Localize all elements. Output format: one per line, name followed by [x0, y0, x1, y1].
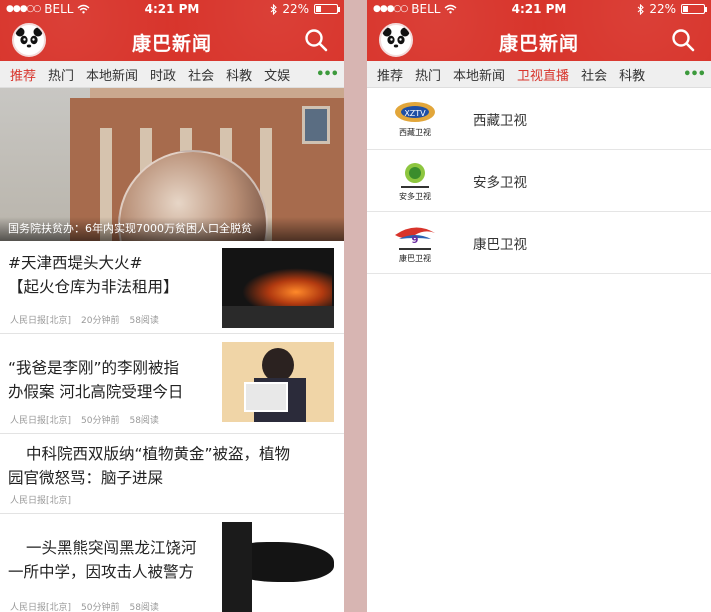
tab-politics[interactable]: 时政 — [150, 65, 176, 84]
channel-logo-text: 安多卫视 — [399, 191, 431, 201]
tab-entertainment[interactable]: 文娱 — [264, 65, 290, 84]
status-bar: ●●●○○ BELL 4:21 PM 22% — [0, 0, 344, 18]
search-icon[interactable] — [671, 28, 695, 52]
app-title: 康巴新闻 — [131, 33, 212, 55]
status-bar: ●●●○○ BELL 4:21 PM 22% — [367, 0, 711, 18]
kangba-tv-logo-icon: 9 康巴卫视 — [385, 221, 445, 265]
news-source: 人民日报[北京] — [10, 496, 72, 506]
xizang-tv-logo-icon: XZTV 西藏卫视 — [385, 97, 445, 141]
more-tabs-icon[interactable]: ••• — [316, 67, 339, 82]
tab-science-education[interactable]: 科教 — [226, 65, 252, 84]
bluetooth-icon — [637, 3, 645, 15]
news-title-line: 【起火仓库为非法租用】 — [8, 278, 179, 296]
tab-local-news[interactable]: 本地新闻 — [86, 65, 138, 84]
tab-recommended[interactable]: 推荐 — [10, 65, 36, 84]
channel-name: 西藏卫视 — [473, 112, 527, 129]
news-thumbnail — [222, 522, 334, 612]
news-title-line: “我爸是李刚”的李刚被指 — [8, 359, 180, 377]
category-tabs: 推荐 热门 本地新闻 卫视直播 社会 科教 ••• — [367, 61, 711, 88]
news-meta: 人民日报[北京] 20分钟前 58阅读 — [10, 313, 169, 326]
battery-icon — [681, 4, 707, 14]
more-tabs-icon[interactable]: ••• — [683, 67, 706, 82]
phone-screen-tv-live: ●●●○○ BELL 4:21 PM 22% 康巴新闻 推荐 热门 本地新闻 卫… — [367, 0, 711, 612]
news-meta: 人民日报[北京] 50分钟前 58阅读 — [10, 413, 169, 426]
phone-screen-news-feed: ●●●○○ BELL 4:21 PM 22% 康巴新闻 推荐 热门 本地新闻 时… — [0, 0, 344, 612]
news-title-line: 一头黑熊突闯黑龙江饶河 — [26, 539, 197, 557]
channel-logo-text: 西藏卫视 — [399, 127, 431, 137]
news-title-line: 一所中学，因攻击人被警方 — [8, 563, 195, 581]
news-reads: 58阅读 — [129, 316, 159, 326]
tab-society[interactable]: 社会 — [188, 65, 214, 84]
news-source: 人民日报[北京] — [10, 603, 72, 612]
bluetooth-icon — [270, 3, 278, 15]
news-title-line: 中科院西双版纳“植物黄金”被盗，植物 — [26, 445, 291, 463]
search-icon[interactable] — [304, 28, 328, 52]
tab-hot[interactable]: 热门 — [415, 65, 441, 84]
tab-recommended[interactable]: 推荐 — [377, 65, 403, 84]
news-item[interactable]: 中科院西双版纳“植物黄金”被盗，植物 园官微怒骂：脑子进屎 人民日报[北京] — [0, 434, 344, 514]
news-title-line: #天津西堤头大火# — [8, 254, 143, 272]
channel-item-kangba[interactable]: 9 康巴卫视 康巴卫视 — [367, 212, 711, 274]
channel-name: 康巴卫视 — [473, 236, 527, 253]
header-bar: ●●●○○ BELL 4:21 PM 22% 康巴新闻 — [367, 0, 711, 61]
channel-item-amdo[interactable]: 安多卫视 安多卫视 — [367, 150, 711, 212]
channel-item-xizang[interactable]: XZTV 西藏卫视 西藏卫视 — [367, 88, 711, 150]
news-meta: 人民日报[北京] — [10, 493, 81, 506]
news-thumbnail — [222, 248, 334, 328]
tab-hot[interactable]: 热门 — [48, 65, 74, 84]
news-source: 人民日报[北京] — [10, 316, 72, 326]
news-time: 50分钟前 — [81, 416, 120, 426]
news-title-line: 园官微怒骂：脑子进屎 — [8, 469, 164, 487]
channel-name: 安多卫视 — [473, 174, 527, 191]
news-time: 20分钟前 — [81, 316, 120, 326]
hero-banner[interactable]: 国务院扶贫办：6年内实现7000万贫困人口全脱贫 — [0, 88, 344, 241]
header-bar: ●●●○○ BELL 4:21 PM 22% 康巴新闻 — [0, 0, 344, 61]
app-title: 康巴新闻 — [498, 33, 579, 55]
tab-local-news[interactable]: 本地新闻 — [453, 65, 505, 84]
news-item[interactable]: “我爸是李刚”的李刚被指 办假案 河北高院受理今日 人民日报[北京] 50分钟前… — [0, 334, 344, 434]
nav-row: 康巴新闻 — [367, 20, 711, 60]
nav-row: 康巴新闻 — [0, 20, 344, 60]
news-title-line: 办假案 河北高院受理今日 — [8, 383, 184, 401]
battery-icon — [314, 4, 340, 14]
news-reads: 58阅读 — [129, 416, 159, 426]
svg-text:XZTV: XZTV — [404, 109, 426, 118]
svg-text:9: 9 — [412, 235, 419, 246]
amdo-tv-logo-icon: 安多卫视 — [385, 159, 445, 203]
news-meta: 人民日报[北京] 50分钟前 58阅读 — [10, 600, 169, 612]
news-time: 50分钟前 — [81, 603, 120, 612]
tab-society[interactable]: 社会 — [581, 65, 607, 84]
news-item[interactable]: #天津西堤头大火# 【起火仓库为非法租用】 人民日报[北京] 20分钟前 58阅… — [0, 241, 344, 334]
tab-science-education[interactable]: 科教 — [619, 65, 645, 84]
news-thumbnail — [222, 342, 334, 422]
news-reads: 58阅读 — [129, 603, 159, 612]
channel-logo-text: 康巴卫视 — [399, 253, 431, 263]
news-source: 人民日报[北京] — [10, 416, 72, 426]
battery-percent: 22% — [649, 2, 676, 16]
category-tabs: 推荐 热门 本地新闻 时政 社会 科教 文娱 ••• — [0, 61, 344, 88]
news-item[interactable]: 一头黑熊突闯黑龙江饶河 一所中学，因攻击人被警方 人民日报[北京] 50分钟前 … — [0, 514, 344, 612]
tab-tv-live[interactable]: 卫视直播 — [517, 65, 569, 84]
battery-percent: 22% — [282, 2, 309, 16]
hero-caption: 国务院扶贫办：6年内实现7000万贫困人口全脱贫 — [0, 217, 344, 241]
